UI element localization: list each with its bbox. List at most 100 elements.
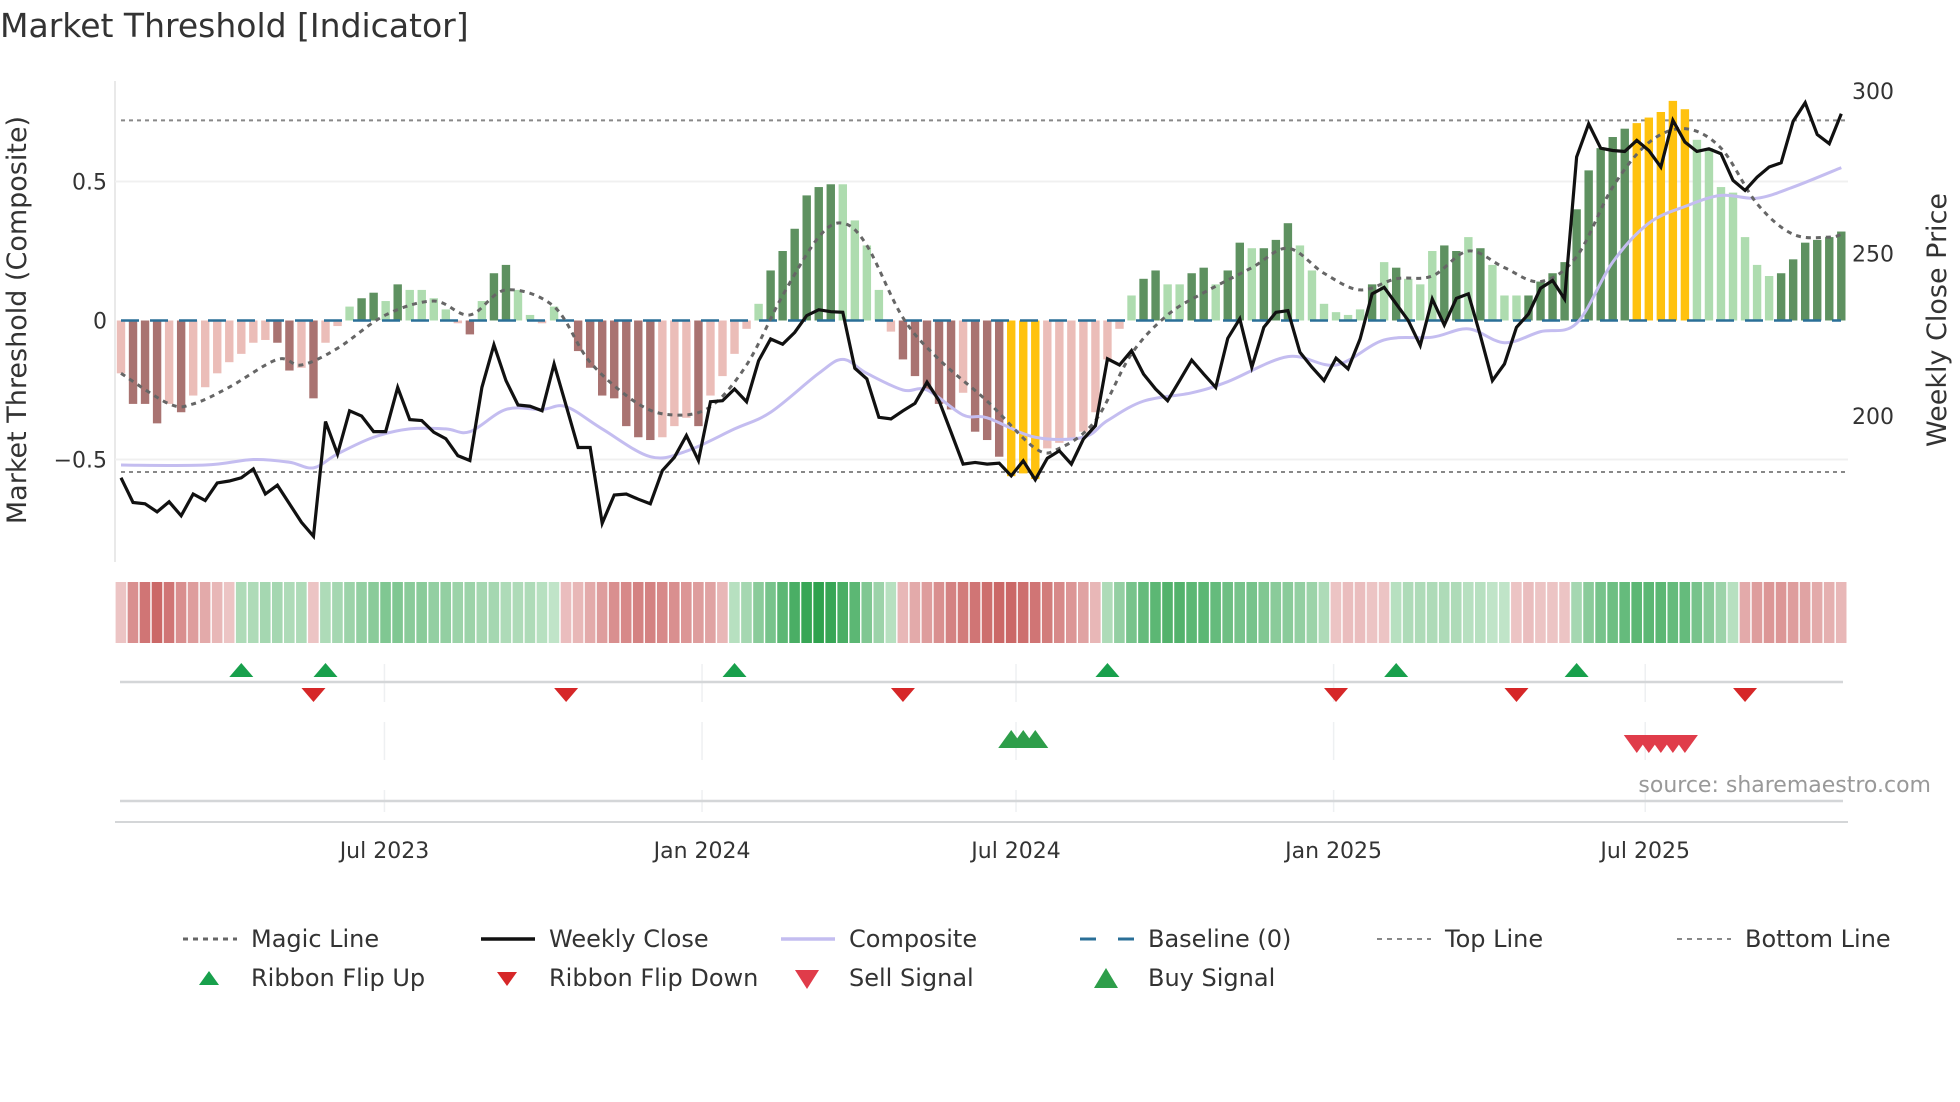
composite-bar — [1764, 276, 1774, 321]
dotted-thin-legend-icon — [1677, 938, 1731, 940]
legend-label: Baseline (0) — [1148, 925, 1292, 953]
ribbon-cell — [1643, 582, 1655, 643]
ribbon-cell — [524, 582, 536, 643]
ribbon-cell — [705, 582, 716, 643]
ribbon-cell — [861, 582, 873, 643]
ribbon-cell — [1835, 582, 1847, 643]
ribbon-cell — [151, 582, 163, 643]
legend-label: Magic Line — [251, 925, 380, 953]
ribbon-cell — [921, 582, 933, 643]
ribbon-cell — [945, 582, 957, 643]
ribbon-cell — [729, 582, 740, 643]
ribbon-cell — [476, 582, 488, 643]
ribbon-flip-down-marker — [554, 688, 579, 702]
composite-bar — [513, 289, 523, 321]
ribbon-cell — [596, 582, 608, 643]
ribbon-cell — [1474, 582, 1486, 643]
ribbon-cell — [1655, 582, 1667, 643]
ribbon-cell — [1450, 582, 1462, 643]
x-tick-label: Jul 2023 — [338, 839, 430, 864]
ribbon-cell — [1174, 582, 1185, 643]
ribbon-cell — [1823, 582, 1835, 643]
ribbon-cell — [1595, 582, 1606, 643]
dotted-thin-legend-icon — [1377, 938, 1431, 940]
composite-bar — [1572, 209, 1581, 321]
legend-item: Bottom Line — [1675, 925, 1891, 953]
ribbon-flip-down-marker — [1733, 688, 1758, 702]
composite-bar — [164, 320, 174, 404]
ribbon-cell — [332, 582, 343, 643]
ribbon-cell — [1138, 582, 1149, 643]
composite-bar — [670, 320, 679, 427]
composite-bar — [1813, 239, 1822, 321]
composite-bar — [213, 320, 222, 374]
ribbon-cell — [1390, 582, 1402, 643]
composite-bar — [970, 320, 980, 432]
ribbon-cell — [584, 582, 596, 643]
ribbon-cell — [632, 582, 644, 643]
legend-item: Baseline (0) — [1078, 925, 1291, 953]
composite-bar — [1512, 295, 1521, 321]
ribbon-cell — [1559, 582, 1570, 643]
ribbon-cell — [981, 582, 993, 643]
ribbon-cell — [909, 582, 921, 643]
flip-down-legend-icon — [497, 972, 517, 986]
ribbon-cell — [1739, 582, 1751, 643]
ribbon-flip-up-marker — [229, 663, 254, 677]
ribbon-cell — [1547, 582, 1558, 643]
legend-label: Ribbon Flip Down — [549, 964, 759, 992]
composite-bar — [1440, 245, 1449, 321]
composite-bar — [718, 320, 727, 377]
composite-bar — [850, 220, 860, 321]
ribbon-cell — [1234, 582, 1245, 643]
composite-bar — [982, 320, 992, 441]
ribbon-cell — [127, 582, 139, 643]
composite-bar — [634, 320, 643, 438]
ribbon-cell — [693, 582, 704, 643]
composite-bar — [1127, 295, 1136, 321]
solid-black-legend-icon — [481, 937, 535, 941]
ribbon-cell — [1691, 582, 1703, 643]
ribbon-cell — [1162, 582, 1173, 643]
y-right-tick-label: 300 — [1852, 80, 1894, 105]
ribbon-cell — [1330, 582, 1342, 643]
ribbon-cell — [440, 582, 452, 643]
y-right-tick-label: 250 — [1852, 243, 1894, 268]
composite-bar — [309, 320, 318, 399]
ribbon-cell — [1017, 582, 1029, 643]
ribbon-cell — [356, 582, 367, 643]
composite-bar — [1019, 320, 1028, 474]
ribbon-cell — [1499, 582, 1510, 643]
ribbon-cell — [235, 582, 247, 643]
ribbon-flip-down-marker — [1504, 688, 1529, 702]
composite-bar — [826, 184, 835, 321]
ribbon-cell — [1619, 582, 1630, 643]
ribbon-cell — [1378, 582, 1390, 643]
ribbon-cell — [1511, 582, 1522, 643]
composite-bar — [706, 320, 715, 396]
sell-legend-icon — [795, 970, 819, 989]
composite-bar — [874, 289, 884, 321]
composite-bar — [1355, 309, 1365, 321]
composite-bar — [862, 245, 872, 321]
ribbon-cell — [1282, 582, 1294, 643]
composite-bar — [658, 320, 667, 438]
ribbon-cell — [1005, 582, 1017, 643]
ribbon-cell — [308, 582, 319, 643]
composite-bar — [1247, 248, 1257, 321]
dashed-blue-legend-icon — [1080, 937, 1134, 941]
legend-label: Bottom Line — [1745, 925, 1891, 953]
composite-bar — [176, 320, 186, 413]
ribbon-flip-up-marker — [1384, 663, 1409, 677]
composite-bar — [1211, 284, 1220, 321]
composite-bar — [441, 309, 451, 321]
composite-bar — [261, 320, 270, 340]
composite-bar — [357, 298, 366, 321]
ribbon-cell — [993, 582, 1005, 643]
composite-bar — [1788, 259, 1798, 321]
composite-bar — [1151, 270, 1160, 321]
composite-bar — [1007, 320, 1016, 477]
composite-bar — [1307, 270, 1317, 321]
composite-bar — [598, 320, 607, 396]
ribbon-cell — [1078, 582, 1089, 643]
